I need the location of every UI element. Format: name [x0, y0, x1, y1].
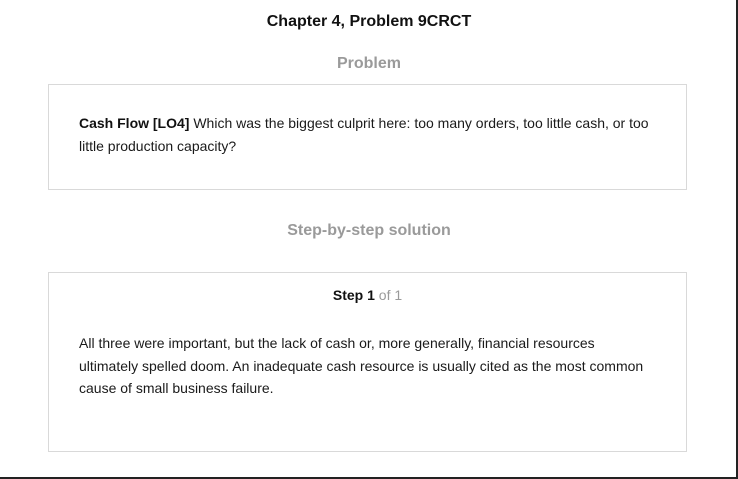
problem-statement: Cash Flow [LO4] Which was the biggest cu… [79, 112, 652, 157]
solution-card: Step 1 of 1 All three were important, bu… [48, 272, 687, 452]
problem-card: Cash Flow [LO4] Which was the biggest cu… [48, 84, 687, 190]
solution-heading: Step-by-step solution [287, 222, 451, 239]
step-total: of 1 [374, 287, 403, 303]
solution-text: All three were important, but the lack o… [79, 335, 644, 396]
step-number: 1 [367, 287, 375, 303]
step-label: Step [332, 287, 364, 303]
step-indicator: Step 1 of 1 [49, 286, 686, 304]
problem-heading: Problem [336, 55, 401, 72]
problem-label: Cash Flow [LO4] [79, 115, 190, 131]
page-title: Chapter 4, Problem 9CRCT [266, 13, 472, 30]
